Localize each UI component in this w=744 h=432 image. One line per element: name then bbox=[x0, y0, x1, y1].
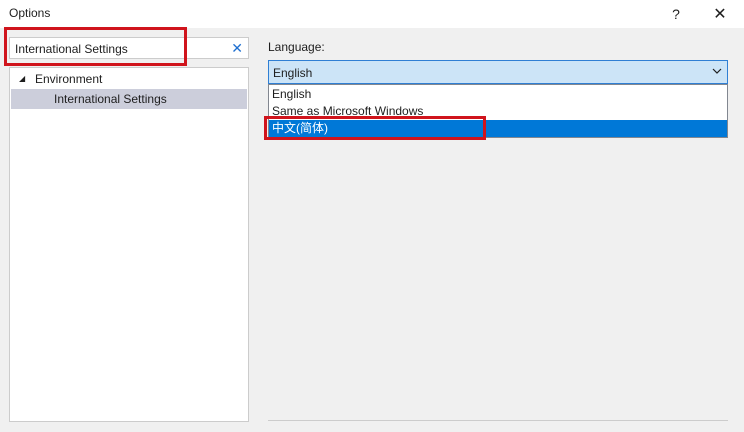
search-input[interactable]: International Settings ✕ bbox=[9, 37, 249, 59]
title-bar: Options ? ✕ bbox=[0, 0, 744, 28]
options-tree: ◢ Environment International Settings bbox=[9, 67, 249, 422]
language-dropdown-list: English Same as Microsoft Windows 中文(简体) bbox=[268, 84, 728, 138]
language-selected-value: English bbox=[273, 66, 313, 80]
language-combobox[interactable]: English bbox=[268, 60, 728, 84]
search-input-value: International Settings bbox=[15, 42, 128, 56]
clear-search-icon[interactable]: ✕ bbox=[231, 40, 243, 57]
window-title: Options bbox=[9, 6, 51, 20]
tree-item-environment[interactable]: ◢ Environment bbox=[11, 69, 247, 89]
tree-item-label: Environment bbox=[35, 72, 103, 86]
close-icon: ✕ bbox=[713, 6, 727, 23]
expand-arrow-icon[interactable]: ◢ bbox=[19, 69, 25, 89]
help-button[interactable]: ? bbox=[654, 0, 698, 28]
content-divider bbox=[268, 420, 728, 421]
language-label: Language: bbox=[268, 40, 325, 54]
chevron-down-icon bbox=[712, 68, 722, 74]
tree-item-label: International Settings bbox=[54, 92, 167, 106]
language-option-english[interactable]: English bbox=[269, 86, 727, 103]
language-option-same-as-windows[interactable]: Same as Microsoft Windows bbox=[269, 103, 727, 120]
options-dialog: Options ? ✕ International Settings ✕ ◢ E… bbox=[0, 0, 744, 432]
tree-item-international-settings[interactable]: International Settings bbox=[11, 89, 247, 109]
close-button[interactable]: ✕ bbox=[698, 0, 742, 28]
help-icon: ? bbox=[672, 6, 680, 22]
language-option-chinese-simplified[interactable]: 中文(简体) bbox=[269, 120, 727, 137]
